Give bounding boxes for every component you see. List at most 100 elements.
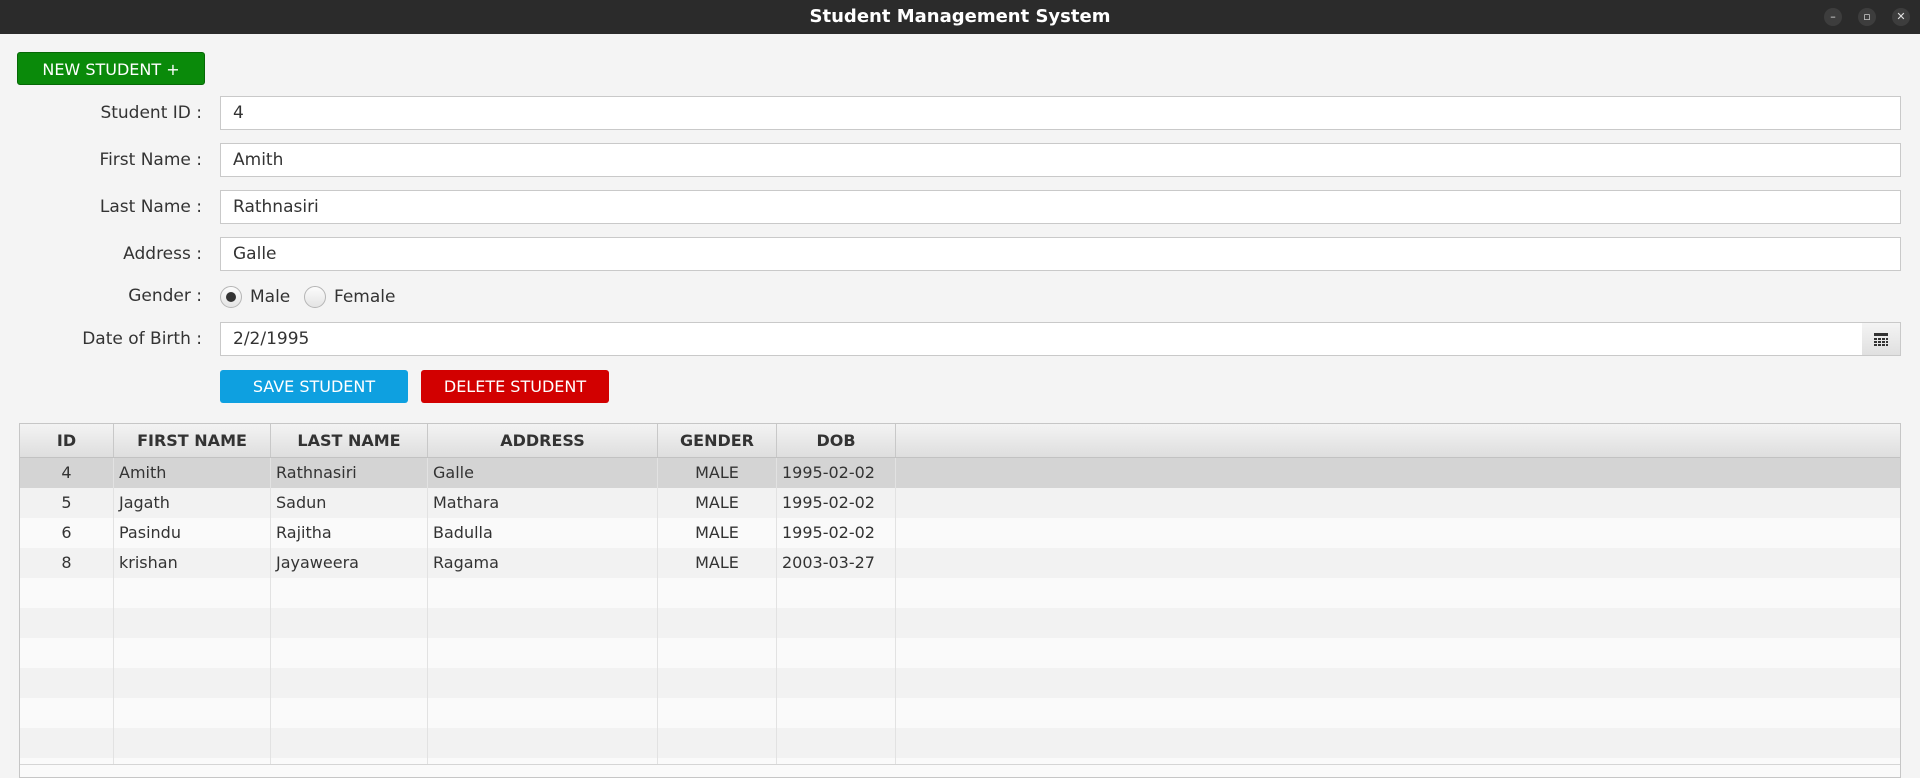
close-icon[interactable]: ✕	[1892, 8, 1910, 26]
last-name-label: Last Name :	[99, 197, 202, 217]
gender-female-radio[interactable]: Female	[304, 284, 395, 310]
first-name-field[interactable]: Amith	[220, 143, 1901, 177]
cell-id: 6	[20, 518, 114, 548]
radio-unselected-icon[interactable]	[304, 286, 326, 308]
empty-table-row	[20, 668, 1900, 698]
cell-gender: MALE	[658, 458, 777, 488]
cell-dob: 1995-02-02	[777, 458, 896, 488]
gender-male-label: Male	[250, 287, 291, 307]
dob-label: Date of Birth :	[82, 329, 202, 349]
cell-last-name	[271, 638, 428, 668]
address-label: Address :	[123, 244, 202, 264]
cell-id	[20, 698, 114, 728]
calendar-icon	[1874, 333, 1888, 346]
calendar-button[interactable]	[1862, 322, 1901, 356]
cell-filler	[896, 548, 1900, 578]
empty-table-row	[20, 698, 1900, 728]
cell-first-name: Pasindu	[114, 518, 271, 548]
cell-dob	[777, 608, 896, 638]
cell-filler	[896, 668, 1900, 698]
cell-last-name	[271, 608, 428, 638]
cell-first-name	[114, 728, 271, 758]
cell-id: 5	[20, 488, 114, 518]
column-header-first-name[interactable]: FIRST NAME	[114, 424, 271, 457]
cell-filler	[896, 728, 1900, 758]
cell-dob	[777, 698, 896, 728]
empty-table-row	[20, 578, 1900, 608]
gender-female-label: Female	[334, 287, 396, 307]
cell-last-name	[271, 668, 428, 698]
empty-table-row	[20, 638, 1900, 668]
first-name-label: First Name :	[99, 150, 202, 170]
table-header: ID FIRST NAME LAST NAME ADDRESS GENDER D…	[20, 424, 1900, 458]
cell-first-name	[114, 608, 271, 638]
minimize-icon[interactable]: –	[1824, 8, 1842, 26]
cell-id	[20, 608, 114, 638]
new-student-button[interactable]: NEW STUDENT +	[17, 52, 205, 85]
table-row[interactable]: 8 krishan Jayaweera Ragama MALE 2003-03-27	[20, 548, 1900, 578]
cell-address	[428, 638, 658, 668]
cell-first-name: Jagath	[114, 488, 271, 518]
cell-first-name	[114, 638, 271, 668]
cell-dob	[777, 728, 896, 758]
cell-address	[428, 578, 658, 608]
cell-filler	[896, 458, 1900, 488]
cell-first-name	[114, 578, 271, 608]
column-header-filler	[896, 424, 1900, 457]
cell-filler	[896, 518, 1900, 548]
column-header-dob[interactable]: DOB	[777, 424, 896, 457]
cell-first-name	[114, 668, 271, 698]
cell-gender	[658, 608, 777, 638]
cell-dob	[777, 668, 896, 698]
window-title: Student Management System	[809, 6, 1111, 27]
table-row[interactable]: 6 Pasindu Rajitha Badulla MALE 1995-02-02	[20, 518, 1900, 548]
cell-id	[20, 668, 114, 698]
cell-gender: MALE	[658, 548, 777, 578]
save-student-button[interactable]: SAVE STUDENT	[220, 370, 408, 403]
cell-gender: MALE	[658, 518, 777, 548]
cell-last-name: Rajitha	[271, 518, 428, 548]
cell-dob: 1995-02-02	[777, 488, 896, 518]
restore-icon[interactable]: ▫	[1858, 8, 1876, 26]
cell-filler	[896, 488, 1900, 518]
student-id-label: Student ID :	[100, 103, 202, 123]
cell-gender	[658, 728, 777, 758]
column-header-address[interactable]: ADDRESS	[428, 424, 658, 457]
cell-last-name	[271, 578, 428, 608]
empty-table-row	[20, 728, 1900, 758]
title-bar: Student Management System – ▫ ✕	[0, 0, 1920, 34]
delete-student-button[interactable]: DELETE STUDENT	[421, 370, 609, 403]
cell-address: Galle	[428, 458, 658, 488]
dob-field[interactable]: 2/2/1995	[220, 322, 1863, 356]
cell-filler	[896, 578, 1900, 608]
cell-first-name	[114, 698, 271, 728]
cell-address: Ragama	[428, 548, 658, 578]
cell-address	[428, 728, 658, 758]
column-header-last-name[interactable]: LAST NAME	[271, 424, 428, 457]
radio-selected-icon[interactable]	[220, 286, 242, 308]
last-name-field[interactable]: Rathnasiri	[220, 190, 1901, 224]
cell-filler	[896, 698, 1900, 728]
table-row[interactable]: 5 Jagath Sadun Mathara MALE 1995-02-02	[20, 488, 1900, 518]
students-table[interactable]: ID FIRST NAME LAST NAME ADDRESS GENDER D…	[19, 423, 1901, 778]
cell-gender	[658, 698, 777, 728]
cell-first-name: krishan	[114, 548, 271, 578]
cell-last-name	[271, 728, 428, 758]
cell-address	[428, 668, 658, 698]
table-row[interactable]: 4 Amith Rathnasiri Galle MALE 1995-02-02	[20, 458, 1900, 488]
cell-gender	[658, 638, 777, 668]
empty-table-row	[20, 608, 1900, 638]
cell-address: Mathara	[428, 488, 658, 518]
column-header-id[interactable]: ID	[20, 424, 114, 457]
cell-address	[428, 698, 658, 728]
cell-id	[20, 728, 114, 758]
student-id-field[interactable]: 4	[220, 96, 1901, 130]
cell-address: Badulla	[428, 518, 658, 548]
gender-male-radio[interactable]: Male	[220, 284, 290, 310]
cell-last-name	[271, 698, 428, 728]
table-footer	[20, 764, 1900, 777]
cell-id	[20, 578, 114, 608]
column-header-gender[interactable]: GENDER	[658, 424, 777, 457]
gender-label: Gender :	[128, 286, 202, 306]
address-field[interactable]: Galle	[220, 237, 1901, 271]
